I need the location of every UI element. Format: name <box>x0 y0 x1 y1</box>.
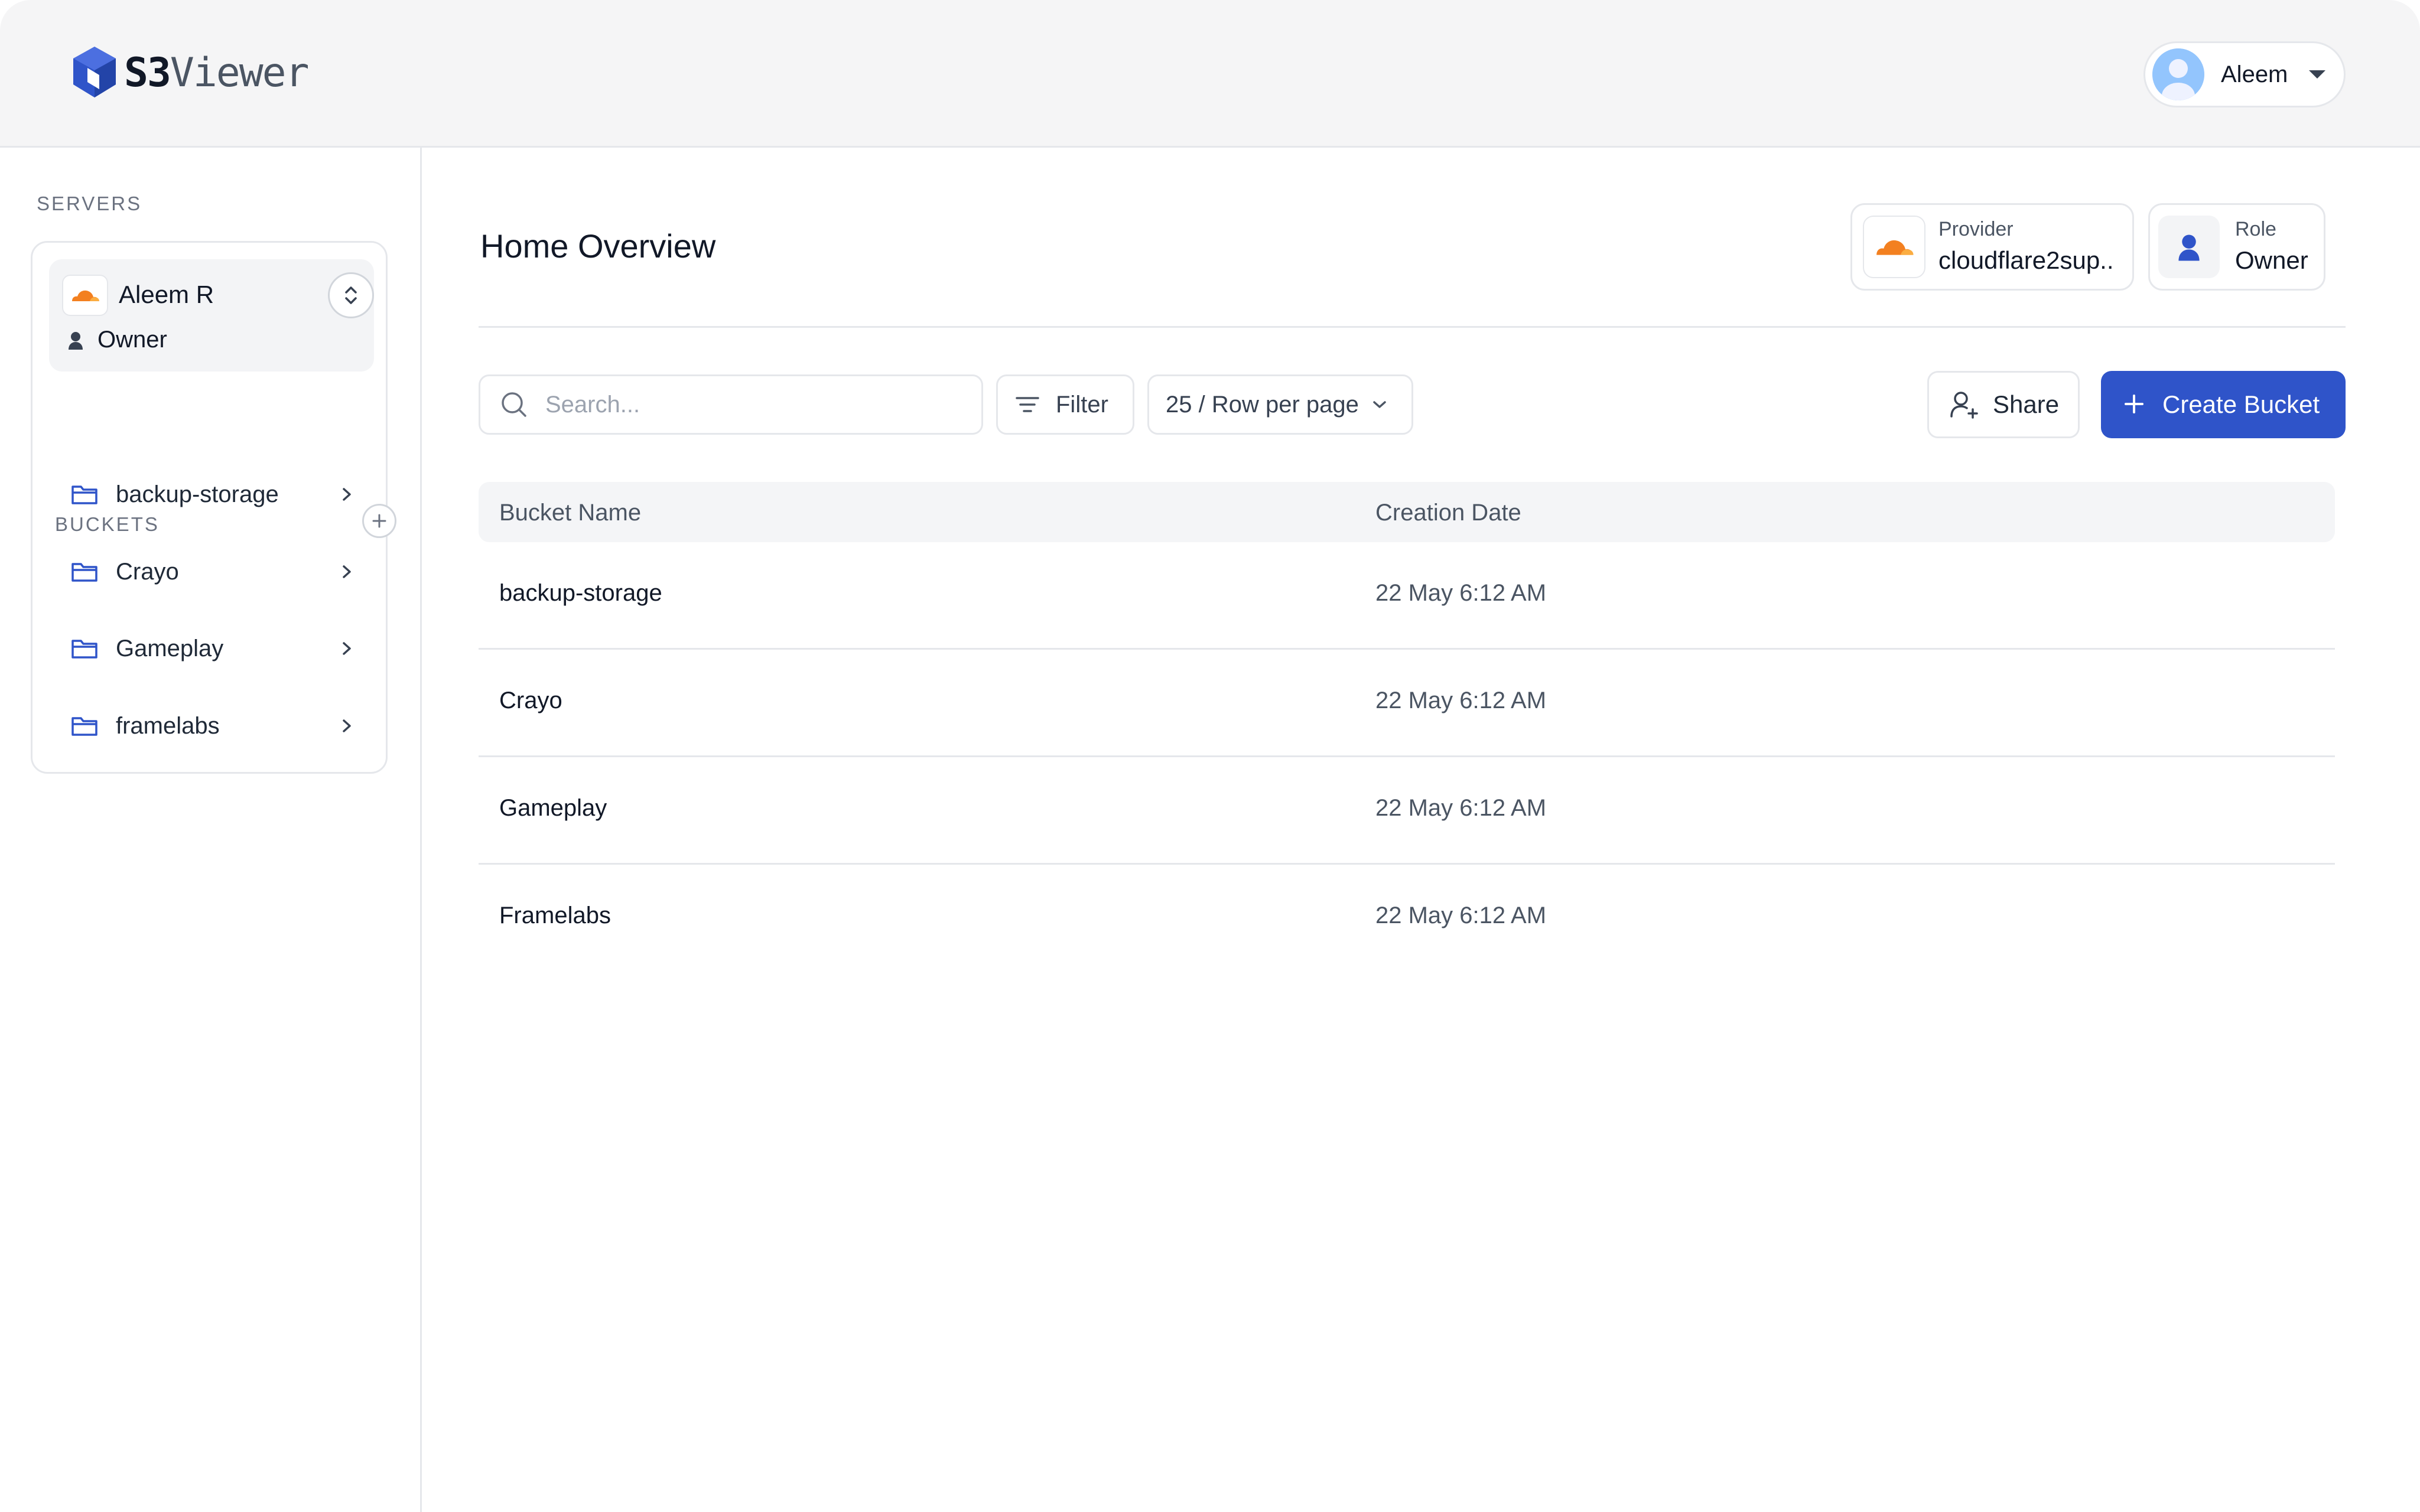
provider-label: Provider <box>1938 218 2014 240</box>
bucket-name-cell: backup-storage <box>499 580 662 606</box>
page-title: Home Overview <box>480 227 716 265</box>
sidebar-item-framelabs[interactable]: framelabs <box>71 699 354 752</box>
table-row[interactable]: backup-storage 22 May 6:12 AM <box>479 542 2335 650</box>
creation-date-cell: 22 May 6:12 AM <box>1375 687 1547 713</box>
top-header: S3Viewer Aleem <box>0 0 2420 148</box>
filter-icon <box>1016 397 1039 412</box>
user-icon <box>69 331 83 350</box>
creation-date-cell: 22 May 6:12 AM <box>1375 580 1547 606</box>
user-name: Aleem <box>2221 61 2288 87</box>
chevron-right-icon <box>343 642 351 655</box>
logo-text-light: Viewer <box>170 49 310 96</box>
share-label: Share <box>1993 390 2060 418</box>
server-name: Aleem R <box>119 281 214 308</box>
column-header-creation-date[interactable]: Creation Date <box>1375 500 1521 526</box>
plus-icon <box>372 514 386 528</box>
filter-button[interactable]: Filter <box>996 374 1134 435</box>
bucket-name-cell: Gameplay <box>499 795 607 821</box>
column-header-bucket-name[interactable]: Bucket Name <box>499 500 641 526</box>
logo-text-bold: S3 <box>124 49 171 96</box>
caret-down-icon <box>2309 70 2326 79</box>
logo[interactable]: S3Viewer <box>71 45 310 100</box>
search-placeholder: Search... <box>545 391 640 418</box>
user-icon <box>2158 216 2220 278</box>
sidebar-item-label: Crayo <box>116 558 179 585</box>
table-header: Bucket Name Creation Date <box>479 482 2335 542</box>
creation-date-cell: 22 May 6:12 AM <box>1375 795 1547 821</box>
plus-icon <box>2123 389 2145 420</box>
table-row[interactable]: Gameplay 22 May 6:12 AM <box>479 757 2335 865</box>
sidebar-item-label: backup-storage <box>116 481 279 507</box>
chevron-right-icon <box>343 719 351 732</box>
role-card: Role Owner <box>2148 203 2325 291</box>
chevron-up-down-icon <box>345 286 357 304</box>
logo-text: S3Viewer <box>124 49 310 96</box>
sidebar-item-label: framelabs <box>116 712 220 739</box>
user-menu-button[interactable]: Aleem <box>2143 41 2346 107</box>
folder-icon <box>71 717 97 736</box>
create-bucket-button[interactable]: Create Bucket <box>2101 371 2346 438</box>
folder-icon <box>71 640 97 659</box>
user-avatar-icon <box>2152 48 2204 100</box>
table-row[interactable]: Crayo 22 May 6:12 AM <box>479 650 2335 757</box>
sidebar-item-crayo[interactable]: Crayo <box>71 545 354 598</box>
search-icon <box>502 392 526 417</box>
sidebar-item-label: Gameplay <box>116 635 224 662</box>
provider-card: Provider cloudflare2sup.. <box>1850 203 2134 291</box>
user-plus-icon <box>1950 392 1978 419</box>
chevron-down-icon <box>1373 401 1386 408</box>
cube-logo-icon <box>73 47 116 97</box>
cloudflare-icon <box>1863 216 1925 278</box>
add-bucket-button[interactable] <box>362 504 396 538</box>
app-window: S3Viewer Aleem SERVERS Aleem R Owner BUC… <box>0 0 2420 1512</box>
bucket-name-cell: Crayo <box>499 687 562 713</box>
sidebar-item-gameplay[interactable]: Gameplay <box>71 622 354 675</box>
avatar <box>2152 48 2204 100</box>
provider-value: cloudflare2sup.. <box>1938 246 2114 274</box>
chevron-right-icon <box>343 488 351 501</box>
folder-icon <box>71 563 97 582</box>
sidebar-item-backup-storage[interactable]: backup-storage <box>71 468 354 521</box>
search-input[interactable]: Search... <box>479 374 983 435</box>
server-role-label: Owner <box>97 327 167 353</box>
cloudflare-icon <box>62 275 108 316</box>
server-role: Owner <box>67 327 167 353</box>
switch-server-button[interactable] <box>328 272 374 318</box>
folder-icon <box>71 485 97 504</box>
share-button[interactable]: Share <box>1927 371 2080 438</box>
filter-label: Filter <box>1056 391 1108 418</box>
rows-per-page-value: 25 / Row per page <box>1166 391 1359 418</box>
rows-per-page-select[interactable]: 25 / Row per page <box>1147 374 1413 435</box>
servers-label: SERVERS <box>37 193 142 214</box>
chevron-right-icon <box>343 565 351 578</box>
server-selector[interactable]: Aleem R Owner <box>49 259 374 372</box>
header-divider <box>479 326 2346 328</box>
creation-date-cell: 22 May 6:12 AM <box>1375 902 1547 928</box>
role-value: Owner <box>2235 246 2308 274</box>
bucket-name-cell: Framelabs <box>499 902 611 928</box>
role-label: Role <box>2235 218 2276 240</box>
create-bucket-label: Create Bucket <box>2162 390 2320 418</box>
table-row[interactable]: Framelabs 22 May 6:12 AM <box>479 865 2335 972</box>
sidebar: SERVERS Aleem R Owner BUCKETS backup-sto… <box>0 148 422 1512</box>
